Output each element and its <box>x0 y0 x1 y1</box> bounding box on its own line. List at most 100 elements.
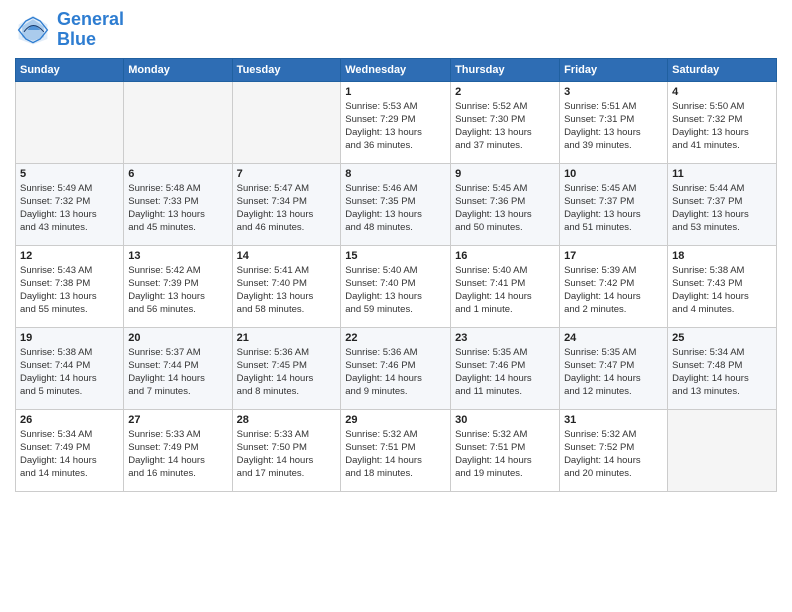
day-number: 18 <box>672 250 772 262</box>
week-row-4: 19Sunrise: 5:38 AM Sunset: 7:44 PM Dayli… <box>16 327 777 409</box>
day-cell: 16Sunrise: 5:40 AM Sunset: 7:41 PM Dayli… <box>451 245 560 327</box>
day-number: 23 <box>455 332 555 344</box>
day-info: Sunrise: 5:45 AM Sunset: 7:36 PM Dayligh… <box>455 182 555 235</box>
day-cell: 9 Sunrise: 5:45 AM Sunset: 7:36 PM Daylig… <box>451 163 560 245</box>
day-number: 13 <box>128 250 227 262</box>
day-cell: 25 Sunrise: 5:34 AM Sunset: 7:48 PM Dayli… <box>668 327 777 409</box>
week-row-1: 1 Sunrise: 5:53 AM Sunset: 7:29 PM Daylig… <box>16 81 777 163</box>
day-number: 10 <box>564 168 663 180</box>
day-number: 5 <box>20 168 119 180</box>
day-number: 11 <box>672 168 772 180</box>
day-cell: 30 Sunrise: 5:32 AM Sunset: 7:51 PM Dayli… <box>451 409 560 491</box>
day-cell: 12Sunrise: 5:43 AM Sunset: 7:38 PM Dayli… <box>16 245 124 327</box>
day-info: Sunrise: 5:34 AM Sunset: 7:49 PM Dayligh… <box>20 428 119 481</box>
day-number: 22 <box>345 332 446 344</box>
day-info: Sunrise: 5:36 AM Sunset: 7:46 PM Dayligh… <box>345 346 446 399</box>
day-info: Sunrise: 5:41 AM Sunset: 7:40 PM Dayligh… <box>237 264 337 317</box>
day-number: 14 <box>237 250 337 262</box>
day-number: 31 <box>564 414 663 426</box>
day-info: Sunrise: 5:38 AM Sunset: 7:44 PM Dayligh… <box>20 346 119 399</box>
day-number: 3 <box>564 86 663 98</box>
day-info: Sunrise: 5:35 AM Sunset: 7:47 PM Dayligh… <box>564 346 663 399</box>
day-info: Sunrise: 5:50 AM Sunset: 7:32 PM Dayligh… <box>672 100 772 153</box>
day-cell <box>124 81 232 163</box>
day-info: Sunrise: 5:53 AM Sunset: 7:29 PM Dayligh… <box>345 100 446 153</box>
day-number: 29 <box>345 414 446 426</box>
day-cell: 5 Sunrise: 5:49 AM Sunset: 7:32 PM Daylig… <box>16 163 124 245</box>
week-row-3: 12Sunrise: 5:43 AM Sunset: 7:38 PM Dayli… <box>16 245 777 327</box>
day-cell: 15 Sunrise: 5:40 AM Sunset: 7:40 PM Dayli… <box>341 245 451 327</box>
day-info: Sunrise: 5:32 AM Sunset: 7:51 PM Dayligh… <box>345 428 446 481</box>
day-cell: 1 Sunrise: 5:53 AM Sunset: 7:29 PM Daylig… <box>341 81 451 163</box>
day-info: Sunrise: 5:36 AM Sunset: 7:45 PM Dayligh… <box>237 346 337 399</box>
header: General Blue <box>15 10 777 50</box>
day-number: 25 <box>672 332 772 344</box>
day-number: 8 <box>345 168 446 180</box>
day-info: Sunrise: 5:40 AM Sunset: 7:40 PM Dayligh… <box>345 264 446 317</box>
day-number: 26 <box>20 414 119 426</box>
day-cell: 21Sunrise: 5:36 AM Sunset: 7:45 PM Dayli… <box>232 327 341 409</box>
day-info: Sunrise: 5:39 AM Sunset: 7:42 PM Dayligh… <box>564 264 663 317</box>
day-info: Sunrise: 5:34 AM Sunset: 7:48 PM Dayligh… <box>672 346 772 399</box>
day-cell: 18 Sunrise: 5:38 AM Sunset: 7:43 PM Dayli… <box>668 245 777 327</box>
logo: General Blue <box>15 10 124 50</box>
day-info: Sunrise: 5:52 AM Sunset: 7:30 PM Dayligh… <box>455 100 555 153</box>
day-info: Sunrise: 5:38 AM Sunset: 7:43 PM Dayligh… <box>672 264 772 317</box>
day-info: Sunrise: 5:33 AM Sunset: 7:49 PM Dayligh… <box>128 428 227 481</box>
day-cell: 20Sunrise: 5:37 AM Sunset: 7:44 PM Dayli… <box>124 327 232 409</box>
day-info: Sunrise: 5:43 AM Sunset: 7:38 PM Dayligh… <box>20 264 119 317</box>
day-number: 30 <box>455 414 555 426</box>
day-cell: 3Sunrise: 5:51 AM Sunset: 7:31 PM Daylig… <box>560 81 668 163</box>
day-number: 4 <box>672 86 772 98</box>
day-number: 24 <box>564 332 663 344</box>
day-cell: 11 Sunrise: 5:44 AM Sunset: 7:37 PM Dayli… <box>668 163 777 245</box>
day-number: 9 <box>455 168 555 180</box>
day-cell: 14 Sunrise: 5:41 AM Sunset: 7:40 PM Dayli… <box>232 245 341 327</box>
day-info: Sunrise: 5:44 AM Sunset: 7:37 PM Dayligh… <box>672 182 772 235</box>
day-info: Sunrise: 5:40 AM Sunset: 7:41 PM Dayligh… <box>455 264 555 317</box>
day-number: 15 <box>345 250 446 262</box>
day-cell: 17 Sunrise: 5:39 AM Sunset: 7:42 PM Dayli… <box>560 245 668 327</box>
day-info: Sunrise: 5:42 AM Sunset: 7:39 PM Dayligh… <box>128 264 227 317</box>
day-info: Sunrise: 5:32 AM Sunset: 7:51 PM Dayligh… <box>455 428 555 481</box>
day-number: 20 <box>128 332 227 344</box>
logo-text: General Blue <box>57 10 124 50</box>
day-cell: 19Sunrise: 5:38 AM Sunset: 7:44 PM Dayli… <box>16 327 124 409</box>
day-cell: 27 Sunrise: 5:33 AM Sunset: 7:49 PM Dayli… <box>124 409 232 491</box>
day-number: 17 <box>564 250 663 262</box>
day-info: Sunrise: 5:48 AM Sunset: 7:33 PM Dayligh… <box>128 182 227 235</box>
week-row-2: 5 Sunrise: 5:49 AM Sunset: 7:32 PM Daylig… <box>16 163 777 245</box>
day-info: Sunrise: 5:46 AM Sunset: 7:35 PM Dayligh… <box>345 182 446 235</box>
day-cell <box>232 81 341 163</box>
day-cell: 23 Sunrise: 5:35 AM Sunset: 7:46 PM Dayli… <box>451 327 560 409</box>
day-number: 2 <box>455 86 555 98</box>
col-header-wednesday: Wednesday <box>341 58 451 81</box>
day-cell: 26 Sunrise: 5:34 AM Sunset: 7:49 PM Dayli… <box>16 409 124 491</box>
col-header-friday: Friday <box>560 58 668 81</box>
day-cell: 2 Sunrise: 5:52 AM Sunset: 7:30 PM Daylig… <box>451 81 560 163</box>
day-cell: 6 Sunrise: 5:48 AM Sunset: 7:33 PM Daylig… <box>124 163 232 245</box>
day-cell: 4 Sunrise: 5:50 AM Sunset: 7:32 PM Daylig… <box>668 81 777 163</box>
day-cell <box>668 409 777 491</box>
day-info: Sunrise: 5:49 AM Sunset: 7:32 PM Dayligh… <box>20 182 119 235</box>
day-cell: 29 Sunrise: 5:32 AM Sunset: 7:51 PM Dayli… <box>341 409 451 491</box>
day-cell: 13 Sunrise: 5:42 AM Sunset: 7:39 PM Dayli… <box>124 245 232 327</box>
day-cell: 7Sunrise: 5:47 AM Sunset: 7:34 PM Daylig… <box>232 163 341 245</box>
col-header-thursday: Thursday <box>451 58 560 81</box>
calendar-table: SundayMondayTuesdayWednesdayThursdayFrid… <box>15 58 777 492</box>
day-cell: 10 Sunrise: 5:45 AM Sunset: 7:37 PM Dayli… <box>560 163 668 245</box>
day-number: 1 <box>345 86 446 98</box>
day-number: 27 <box>128 414 227 426</box>
col-header-sunday: Sunday <box>16 58 124 81</box>
day-cell: 22 Sunrise: 5:36 AM Sunset: 7:46 PM Dayli… <box>341 327 451 409</box>
day-info: Sunrise: 5:35 AM Sunset: 7:46 PM Dayligh… <box>455 346 555 399</box>
day-info: Sunrise: 5:32 AM Sunset: 7:52 PM Dayligh… <box>564 428 663 481</box>
day-cell: 8 Sunrise: 5:46 AM Sunset: 7:35 PM Daylig… <box>341 163 451 245</box>
day-info: Sunrise: 5:45 AM Sunset: 7:37 PM Dayligh… <box>564 182 663 235</box>
day-number: 28 <box>237 414 337 426</box>
day-info: Sunrise: 5:47 AM Sunset: 7:34 PM Dayligh… <box>237 182 337 235</box>
day-cell: 31 Sunrise: 5:32 AM Sunset: 7:52 PM Dayli… <box>560 409 668 491</box>
day-cell: 28Sunrise: 5:33 AM Sunset: 7:50 PM Dayli… <box>232 409 341 491</box>
logo-icon <box>15 12 51 48</box>
day-number: 6 <box>128 168 227 180</box>
